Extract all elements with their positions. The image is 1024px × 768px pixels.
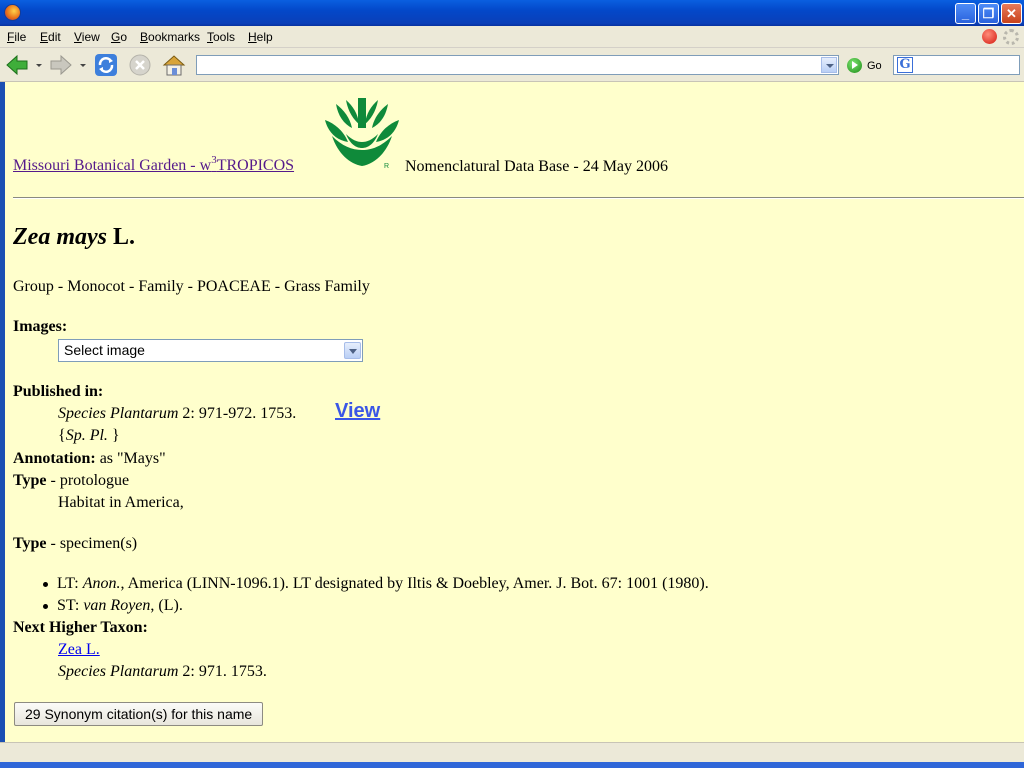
publication-abbreviation: {Sp. Pl. } <box>58 427 120 445</box>
maximize-button[interactable]: ❐ <box>978 3 999 24</box>
image-select-value: Select image <box>64 342 145 358</box>
publication-reference: Species Plantarum 2: 971-972. 1753. <box>58 405 296 423</box>
view-publication-link[interactable]: View <box>335 400 380 423</box>
stop-indicator-icon <box>982 29 997 44</box>
menu-edit[interactable]: Edit <box>40 30 61 44</box>
specimen-list: LT: Anon., America (LINN-1096.1). LT des… <box>41 574 709 618</box>
header-divider <box>13 197 1024 199</box>
published-in-label: Published in: <box>13 383 104 400</box>
annotation-label: Annotation: <box>13 450 96 467</box>
menu-go[interactable]: Go <box>111 30 127 44</box>
specimen-prefix: LT: <box>57 575 83 592</box>
home-icon[interactable] <box>162 53 186 77</box>
mbg-logo: R <box>325 98 399 170</box>
chevron-down-icon[interactable] <box>344 342 361 359</box>
habitat-text: Habitat in America, <box>58 494 184 511</box>
back-history-dropdown-icon[interactable] <box>36 64 42 67</box>
publication-citation: 2: 971-972. 1753. <box>178 405 297 422</box>
taxon-binomial: Zea mays <box>13 224 107 250</box>
menu-file[interactable]: File <box>7 30 26 44</box>
taskbar-edge <box>0 762 1024 768</box>
specimen-prefix: ST: <box>57 597 84 614</box>
specimen-details: , America (LINN-1096.1). LT designated b… <box>120 575 709 592</box>
navigation-toolbar: Go G <box>0 48 1024 82</box>
url-input[interactable] <box>196 55 839 75</box>
publication-title: Species Plantarum <box>58 405 179 422</box>
menu-view[interactable]: View <box>74 30 100 44</box>
site-link-suffix[interactable]: TROPICOS <box>217 157 294 174</box>
minimize-button[interactable]: _ <box>955 3 976 24</box>
search-input[interactable]: G <box>893 55 1020 75</box>
firefox-app-icon[interactable] <box>4 4 21 21</box>
abbrev-text: Sp. Pl. <box>65 427 108 444</box>
images-label: Images: <box>13 318 68 335</box>
abbrev-open-brace: { <box>58 427 66 444</box>
abbrev-close-brace: } <box>107 427 120 444</box>
specimen-collector: van Royen <box>83 597 151 614</box>
specimen-details: , (L). <box>150 597 183 614</box>
next-higher-taxon-label: Next Higher Taxon: <box>13 619 148 636</box>
menu-help[interactable]: Help <box>248 30 273 44</box>
reload-icon[interactable] <box>94 53 118 77</box>
go-button-label[interactable]: Go <box>867 60 882 72</box>
annotation-line: Annotation: as "Mays" <box>13 450 166 468</box>
higher-publication-title: Species Plantarum <box>58 663 179 680</box>
list-item: ST: van Royen, (L). <box>41 596 709 618</box>
menu-tools[interactable]: Tools <box>207 30 235 44</box>
url-history-dropdown-icon[interactable] <box>821 57 837 73</box>
logo-registered-mark: R <box>384 163 389 170</box>
stop-icon[interactable] <box>128 53 152 77</box>
higher-taxon-link[interactable]: Zea L. <box>58 641 100 659</box>
content-viewport[interactable]: Missouri Botanical Garden - w3TROPICOS R… <box>0 82 1024 742</box>
google-search-engine-icon[interactable]: G <box>897 57 913 73</box>
type-protologue-value: - protologue <box>46 472 130 489</box>
title-bar: _ ❐ ✕ <box>0 0 1024 26</box>
classification-line: Group - Monocot - Family - POACEAE - Gra… <box>13 278 370 295</box>
forward-icon[interactable] <box>49 53 73 77</box>
type-label: Type <box>13 472 47 489</box>
annotation-value: as "Mays" <box>95 450 166 467</box>
back-icon[interactable] <box>5 53 29 77</box>
type-protologue-line: Type - protologue <box>13 472 129 490</box>
higher-taxon-reference: Species Plantarum 2: 971. 1753. <box>58 663 267 681</box>
menu-bookmarks[interactable]: Bookmarks <box>140 30 200 44</box>
site-home-link[interactable]: Missouri Botanical Garden - w3TROPICOS <box>13 155 294 175</box>
database-title: Nomenclatural Data Base - 24 May 2006 <box>405 158 669 175</box>
higher-publication-citation: 2: 971. 1753. <box>178 663 267 680</box>
throbber-icon <box>1003 29 1019 45</box>
site-link-prefix[interactable]: Missouri Botanical Garden - w <box>13 157 211 174</box>
type-specimen-value: - specimen(s) <box>46 535 138 552</box>
list-item: LT: Anon., America (LINN-1096.1). LT des… <box>41 574 709 596</box>
menu-bar: File Edit View Go Bookmarks Tools Help <box>0 26 1024 48</box>
taxon-author: L. <box>112 224 135 250</box>
status-bar <box>0 742 1024 762</box>
image-select-dropdown[interactable]: Select image <box>58 339 363 362</box>
type-label: Type <box>13 535 47 552</box>
close-button[interactable]: ✕ <box>1001 3 1022 24</box>
specimen-collector: Anon. <box>82 575 121 592</box>
taxon-name-heading: Zea mays L. <box>13 224 135 251</box>
forward-history-dropdown-icon[interactable] <box>80 64 86 67</box>
type-specimen-line: Type - specimen(s) <box>13 535 137 553</box>
synonym-citations-button[interactable]: 29 Synonym citation(s) for this name <box>14 702 264 726</box>
go-icon[interactable] <box>847 58 862 73</box>
